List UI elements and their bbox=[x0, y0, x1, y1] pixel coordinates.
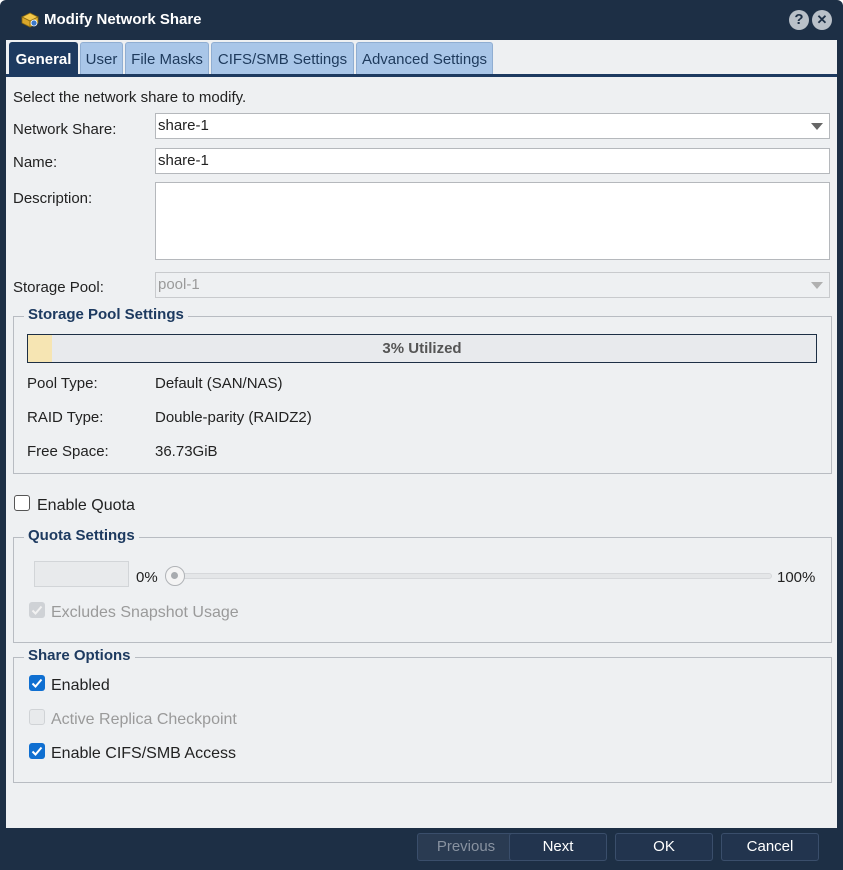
cifs-access-label[interactable]: Enable CIFS/SMB Access bbox=[51, 745, 236, 763]
next-button[interactable]: Next bbox=[509, 833, 607, 861]
dialog-body: General User File Masks CIFS/SMB Setting… bbox=[6, 40, 837, 828]
active-replica-label: Active Replica Checkpoint bbox=[51, 711, 237, 728]
network-share-select[interactable]: share-1 bbox=[155, 113, 830, 139]
tab-file-masks[interactable]: File Masks bbox=[125, 42, 209, 76]
previous-button[interactable]: Previous bbox=[417, 833, 515, 861]
tab-underline bbox=[6, 74, 837, 77]
quota-slider-thumb bbox=[165, 566, 185, 586]
storage-pool-label: Storage Pool: bbox=[13, 279, 104, 296]
storage-pool-value: pool-1 bbox=[158, 276, 200, 293]
tab-advanced-settings[interactable]: Advanced Settings bbox=[356, 42, 493, 76]
quota-settings-group: Quota Settings 0% 100% Excludes Snapshot… bbox=[13, 527, 832, 643]
quota-min-label: 0% bbox=[136, 569, 158, 586]
tab-general[interactable]: General bbox=[9, 42, 78, 76]
quota-value-input bbox=[34, 561, 129, 587]
excludes-snapshot-checkbox bbox=[29, 602, 45, 618]
quota-settings-legend: Quota Settings bbox=[24, 527, 139, 544]
network-share-label: Network Share: bbox=[13, 121, 117, 138]
share-options-group: Share Options Enabled Active Replica Che… bbox=[13, 647, 832, 783]
storage-pool-settings-group: Storage Pool Settings 3% Utilized Pool T… bbox=[13, 306, 832, 474]
ok-button[interactable]: OK bbox=[615, 833, 713, 861]
chevron-down-icon bbox=[811, 282, 823, 289]
raid-type-label: RAID Type: bbox=[27, 409, 104, 426]
enable-quota-label[interactable]: Enable Quota bbox=[37, 497, 135, 515]
tab-cifs-smb-settings[interactable]: CIFS/SMB Settings bbox=[211, 42, 354, 76]
description-textarea[interactable] bbox=[155, 182, 830, 260]
modify-network-share-dialog: Modify Network Share ? ✕ General User Fi… bbox=[0, 0, 843, 870]
dialog-title: Modify Network Share bbox=[44, 11, 202, 28]
utilization-text: 3% Utilized bbox=[382, 340, 462, 357]
cifs-access-checkbox[interactable] bbox=[29, 743, 45, 759]
excludes-snapshot-label: Excludes Snapshot Usage bbox=[51, 604, 239, 621]
help-icon[interactable]: ? bbox=[789, 10, 809, 30]
cancel-button[interactable]: Cancel bbox=[721, 833, 819, 861]
title-bar[interactable]: Modify Network Share ? ✕ bbox=[0, 0, 843, 40]
enabled-checkbox[interactable] bbox=[29, 675, 45, 691]
close-icon[interactable]: ✕ bbox=[812, 10, 832, 30]
free-space-label: Free Space: bbox=[27, 443, 109, 460]
free-space-value: 36.73GiB bbox=[155, 443, 218, 460]
name-label: Name: bbox=[13, 154, 58, 171]
tab-user[interactable]: User bbox=[80, 42, 123, 76]
name-input[interactable]: share-1 bbox=[155, 148, 830, 174]
instruction-text: Select the network share to modify. bbox=[13, 89, 247, 106]
network-share-value: share-1 bbox=[158, 117, 209, 134]
dialog-footer: Previous Next OK Cancel bbox=[0, 828, 843, 870]
name-value: share-1 bbox=[158, 152, 209, 169]
quota-max-label: 100% bbox=[777, 569, 816, 586]
pool-type-value: Default (SAN/NAS) bbox=[155, 375, 283, 392]
storage-pool-select: pool-1 bbox=[155, 272, 830, 298]
enable-quota-checkbox[interactable] bbox=[14, 495, 30, 511]
chevron-down-icon[interactable] bbox=[811, 123, 823, 130]
description-label: Description: bbox=[13, 190, 93, 207]
raid-type-value: Double-parity (RAIDZ2) bbox=[155, 409, 312, 426]
network-share-icon bbox=[20, 10, 40, 30]
share-options-legend: Share Options bbox=[24, 647, 135, 664]
enabled-label[interactable]: Enabled bbox=[51, 677, 110, 695]
quota-slider-track bbox=[176, 573, 772, 579]
pool-type-label: Pool Type: bbox=[27, 375, 98, 392]
active-replica-checkbox bbox=[29, 709, 45, 725]
storage-pool-settings-legend: Storage Pool Settings bbox=[24, 306, 188, 323]
tab-bar: General User File Masks CIFS/SMB Setting… bbox=[6, 40, 837, 77]
utilization-progress-bar: 3% Utilized bbox=[27, 334, 817, 363]
